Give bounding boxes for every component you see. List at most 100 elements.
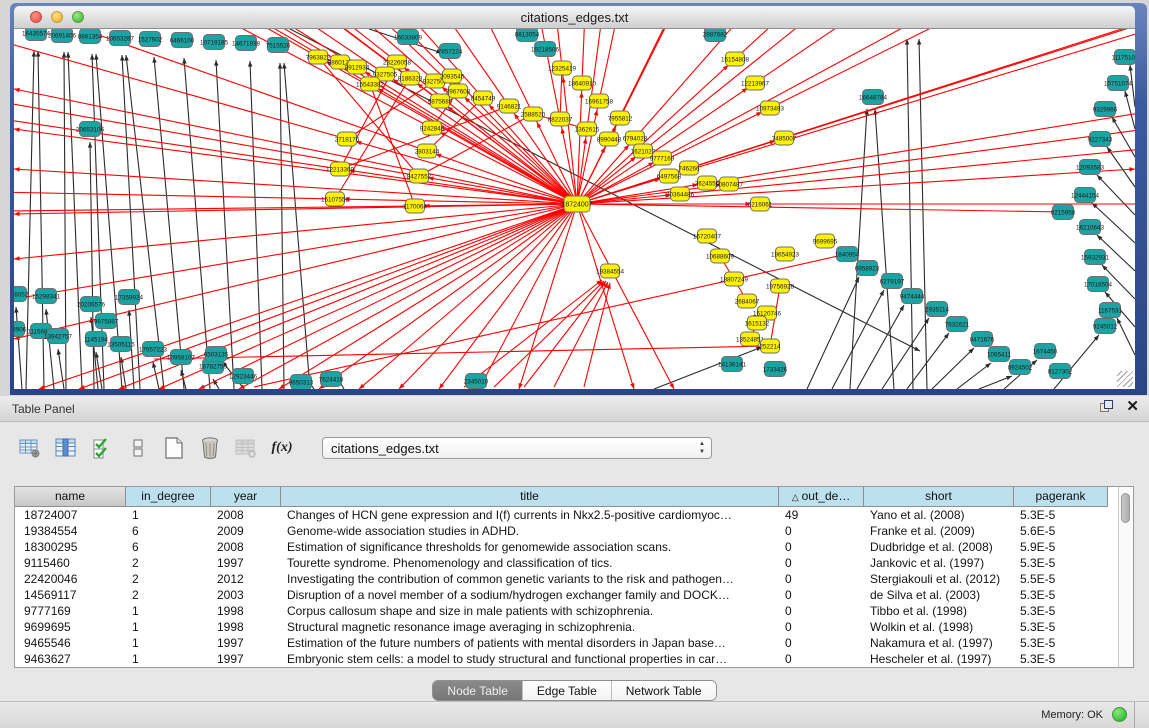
table-cell: 0 <box>779 539 864 555</box>
table-cell: 5.3E-5 <box>1014 603 1108 619</box>
node-label: 15298341 <box>32 294 61 301</box>
table-row[interactable]: 1830029562008Estimation of significance … <box>15 539 1118 555</box>
node-label: 1615132 <box>745 321 770 328</box>
table-cell: 6 <box>126 539 211 555</box>
column-header-in_degree[interactable]: in_degree <box>126 487 211 507</box>
column-header-out_de[interactable]: △out_de… <box>779 487 864 507</box>
table-cell: 6 <box>126 523 211 539</box>
table-cell: 0 <box>779 523 864 539</box>
node-label: 8813054 <box>515 32 540 39</box>
node-label: 8861354 <box>78 34 103 41</box>
column-header-short[interactable]: short <box>864 487 1014 507</box>
edge <box>216 60 234 389</box>
node-label: 9777169 <box>650 156 675 163</box>
arrowhead-icon <box>14 212 20 216</box>
node-label: 16435574 <box>22 31 51 38</box>
node-label: 19384554 <box>596 269 625 276</box>
tab-network-table[interactable]: Network Table <box>612 681 716 700</box>
arrowhead-icon <box>1124 91 1128 97</box>
edge <box>1054 335 1099 389</box>
resize-grip[interactable] <box>1117 371 1133 387</box>
node-label: 10688609 <box>706 254 735 261</box>
new-table-icon[interactable] <box>162 436 186 460</box>
merge-rows-icon[interactable] <box>126 436 150 460</box>
node-label: 7485007 <box>772 136 797 143</box>
table-row[interactable]: 1938455462009Genome-wide association stu… <box>15 523 1118 539</box>
node-label: 8427552 <box>407 174 432 181</box>
edge <box>250 61 262 389</box>
status-bar: Memory: OK <box>0 701 1149 727</box>
arrowhead-icon <box>914 346 920 351</box>
table-cell: 1997 <box>211 651 281 667</box>
arrowhead-icon <box>14 167 20 171</box>
show-column-icon[interactable] <box>54 436 78 460</box>
node-label: 3313906 <box>14 327 27 334</box>
table-row[interactable]: 1872400712008Changes of HCN gene express… <box>15 507 1118 523</box>
arrowhead-icon <box>88 142 92 148</box>
table-cell: 9699695 <box>15 619 126 635</box>
table-row[interactable]: 946362711997Embryonic stem cells: a mode… <box>15 651 1118 667</box>
edge <box>184 58 210 389</box>
memory-status-icon[interactable] <box>1112 707 1127 722</box>
table-cell: 2009 <box>211 523 281 539</box>
float-window-icon[interactable] <box>1100 400 1114 414</box>
column-header-name[interactable]: name <box>15 487 126 507</box>
table-cell: 5.3E-5 <box>1014 587 1108 603</box>
node-label: 15751074 <box>1104 81 1133 88</box>
arrowhead-icon <box>120 55 124 61</box>
column-header-year[interactable]: year <box>211 487 281 507</box>
table-row[interactable]: 2242004622012Investigating the contribut… <box>15 571 1118 587</box>
node-label: 18807249 <box>720 277 749 284</box>
node-label: 1674450 <box>1033 349 1058 356</box>
node-label: 12093583 <box>1076 165 1105 172</box>
edge <box>58 349 64 389</box>
node-label: 15932931 <box>1081 255 1110 262</box>
node-label: 2093546 <box>440 74 465 81</box>
table-cell: Estimation of the future numbers of pati… <box>281 635 779 651</box>
table-settings-icon[interactable] <box>18 436 42 460</box>
select-rows-icon[interactable] <box>90 436 114 460</box>
network-canvas[interactable]: 1643557420691406886135410653287152760264… <box>14 29 1135 389</box>
table-row[interactable]: 946554611997Estimation of the future num… <box>15 635 1118 651</box>
table-cell: 0 <box>779 571 864 587</box>
table-scrollbar[interactable] <box>1118 487 1133 667</box>
edge <box>16 307 22 389</box>
table-cell: 9115460 <box>15 555 126 571</box>
node-label: 8215958 <box>1051 210 1076 217</box>
edge <box>882 318 929 389</box>
node-label: 9975887 <box>94 319 119 326</box>
table-row[interactable]: 911546021997Tourette syndrome. Phenomeno… <box>15 555 1118 571</box>
node-label: 6503135 <box>204 352 229 359</box>
arrowhead-icon <box>601 147 605 153</box>
table-toolbar: f(x) citations_edges.txt ▲▼ <box>0 422 1149 470</box>
table-cell: 9777169 <box>15 603 126 619</box>
function-builder-icon[interactable]: f(x) <box>270 436 294 460</box>
table-row[interactable]: 1456911722003Disruption of a novel membe… <box>15 587 1118 603</box>
table-cell: Hescheler et al. (1997) <box>864 651 1014 667</box>
edge <box>14 204 577 299</box>
network-view-window: citations_edges.txt 16435574206914068861… <box>10 3 1147 395</box>
column-header-pagerank[interactable]: pagerank <box>1014 487 1108 507</box>
close-panel-icon[interactable]: ✕ <box>1126 400 1139 414</box>
tab-node-table[interactable]: Node Table <box>433 681 523 700</box>
table-cell: 1998 <box>211 619 281 635</box>
window-titlebar[interactable]: citations_edges.txt <box>14 6 1135 29</box>
node-label: 9474444 <box>900 294 925 301</box>
arrowhead-icon <box>519 383 523 389</box>
node-label: 7624418 <box>319 377 344 384</box>
delete-table-icon[interactable] <box>198 436 222 460</box>
column-header-title[interactable]: title <box>281 487 779 507</box>
status-separator <box>1134 702 1135 728</box>
table-source-dropdown[interactable]: citations_edges.txt ▲▼ <box>322 437 712 459</box>
table-cell: 9465546 <box>15 635 126 651</box>
table-row[interactable]: 977716911998Corpus callosum shape and si… <box>15 603 1118 619</box>
table-cell: 0 <box>779 635 864 651</box>
table-row[interactable]: 969969511998Structural magnetic resonanc… <box>15 619 1118 635</box>
scrollbar-thumb[interactable] <box>1121 493 1130 523</box>
node-label: 19756928 <box>766 284 795 291</box>
node-label: 2967608 <box>446 89 471 96</box>
edge <box>857 305 904 389</box>
node-label: 2026052 <box>14 292 29 299</box>
table-cell: 5.6E-5 <box>1014 523 1108 539</box>
tab-edge-table[interactable]: Edge Table <box>523 681 612 700</box>
